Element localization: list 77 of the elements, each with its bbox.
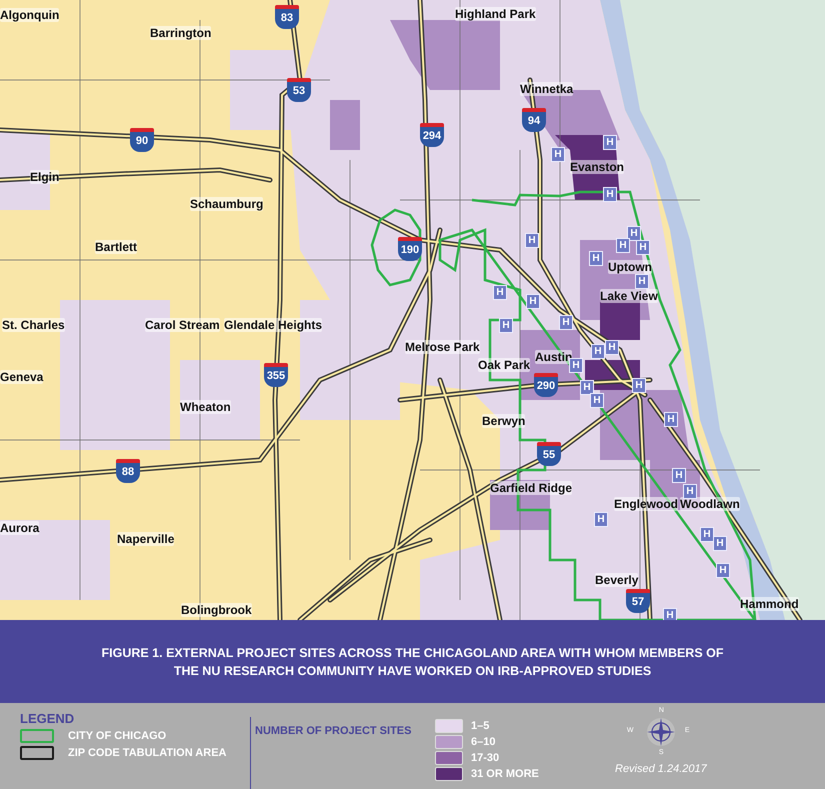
place-label: St. Charles (2, 318, 65, 332)
interstate-shield: 83 (275, 5, 299, 29)
compass-rose-icon (646, 717, 676, 747)
hospital-marker: H (635, 274, 649, 289)
place-label: Hammond (740, 597, 799, 611)
hospital-marker: H (683, 484, 697, 499)
place-label: Schaumburg (190, 197, 264, 211)
hospital-marker: H (569, 358, 583, 373)
hospital-marker: H (603, 135, 617, 150)
hospital-marker: H (594, 512, 608, 527)
interstate-shield: 53 (287, 78, 311, 102)
hospital-marker: H (526, 294, 540, 309)
hospital-marker: H (551, 147, 565, 162)
place-label: Austin (535, 350, 572, 364)
place-label: Winnetka (520, 82, 574, 96)
hospital-marker: H (632, 378, 646, 393)
place-label: Aurora (0, 521, 40, 535)
place-label: Elgin (30, 170, 60, 184)
hospital-marker: H (616, 238, 630, 253)
interstate-shield: 355 (264, 363, 288, 387)
interstate-shield: 94 (522, 108, 546, 132)
place-label: Wheaton (180, 400, 231, 414)
scale-title: NUMBER OF PROJECT SITES (255, 725, 412, 737)
hospital-marker: H (559, 315, 573, 330)
hospital-marker: H (525, 233, 539, 248)
place-label: Englewood (614, 497, 678, 511)
place-label: Berwyn (482, 414, 526, 428)
hospital-marker: H (672, 468, 686, 483)
caption-text: THE NU RESEARCH COMMUNITY HAVE WORKED ON IRB-APPROVED STUDIES (174, 664, 652, 678)
place-label: Beverly (595, 573, 638, 587)
interstate-shield: 57 (626, 589, 650, 613)
place-label: Garfield Ridge (490, 481, 572, 495)
hospital-marker: H (713, 536, 727, 551)
hospital-marker: H (605, 340, 619, 355)
interstate-shield: 55 (537, 442, 561, 466)
place-label: Melrose Park (405, 340, 480, 354)
place-label: Geneva (0, 370, 44, 384)
place-label: Woodlawn (680, 497, 740, 511)
hospital-marker: H (580, 380, 594, 395)
hospital-marker: H (590, 393, 604, 408)
hospital-marker: H (663, 608, 677, 620)
place-label: Algonquin (0, 8, 60, 22)
caption-text: FIGURE 1. EXTERNAL PROJECT SITES ACROSS THE CHICAGOLAND AREA WITH WHOM MEMBERS OF (101, 646, 724, 660)
hospital-marker: H (636, 240, 650, 255)
hospital-marker: H (493, 285, 507, 300)
place-label: Glendale Heights (224, 318, 322, 332)
hospital-marker: H (591, 344, 605, 359)
interstate-shield: 290 (534, 373, 558, 397)
hospital-marker: H (603, 187, 617, 202)
hospital-marker: H (627, 226, 641, 241)
place-label: Uptown (608, 260, 652, 274)
legend-label: 6–10 (471, 736, 496, 748)
legend-label: ZIP CODE TABULATION AREA (68, 747, 226, 759)
legend-label: 1–5 (471, 720, 490, 732)
place-label: Carol Stream (145, 318, 220, 332)
hospital-marker: H (664, 412, 678, 427)
place-label: Oak Park (478, 358, 530, 372)
place-label: Naperville (117, 532, 174, 546)
legend-label: 17-30 (471, 752, 500, 764)
place-label: Highland Park (455, 7, 536, 21)
revision-date: Revised 1.24.2017 (615, 763, 707, 775)
place-label: Bartlett (95, 240, 138, 254)
hospital-marker: H (716, 563, 730, 578)
interstate-shield: 294 (420, 123, 444, 147)
interstate-shield: 88 (116, 459, 140, 483)
place-label: Lake View (600, 289, 658, 303)
legend-label: 31 OR MORE (471, 768, 539, 780)
place-label: Bolingbrook (181, 603, 252, 617)
interstate-shield: 190 (398, 237, 422, 261)
place-label: Evanston (570, 160, 624, 174)
legend-label: CITY OF CHICAGO (68, 730, 166, 742)
interstate-shield: 90 (130, 128, 154, 152)
legend-title: LEGEND (20, 711, 76, 726)
hospital-marker: H (589, 251, 603, 266)
hospital-marker: H (499, 318, 513, 333)
place-label: Barrington (150, 26, 212, 40)
hospital-marker: H (700, 527, 714, 542)
